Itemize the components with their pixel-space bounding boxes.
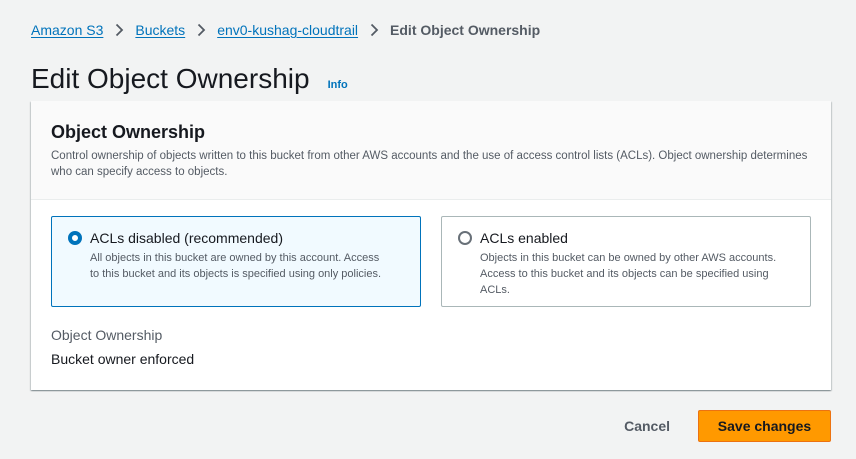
cancel-button[interactable]: Cancel: [604, 410, 690, 442]
radio-selected-icon[interactable]: [68, 231, 82, 245]
page-title: Edit Object Ownership: [31, 63, 310, 94]
breadcrumb-current: Edit Object Ownership: [390, 22, 541, 38]
panel-title: Object Ownership: [51, 122, 206, 142]
panel-description: Control ownership of objects written to …: [51, 150, 808, 178]
breadcrumb-item-buckets[interactable]: Buckets: [135, 22, 185, 38]
ownership-options: ACLs disabled (recommended) All objects …: [51, 216, 811, 307]
option-acls-enabled[interactable]: ACLs enabled Objects in this bucket can …: [441, 216, 811, 307]
option-description: All objects in this bucket are owned by …: [90, 252, 382, 280]
option-acls-disabled[interactable]: ACLs disabled (recommended) All objects …: [51, 216, 421, 307]
chevron-right-icon: [103, 23, 135, 37]
page-header: Edit Object Ownership Info: [31, 61, 348, 97]
ownership-summary: Object Ownership Bucket owner enforced: [51, 326, 194, 368]
breadcrumb-item-amazon-s3[interactable]: Amazon S3: [31, 22, 103, 38]
ownership-label: Object Ownership: [51, 327, 163, 343]
radio-unselected-icon[interactable]: [458, 231, 472, 245]
option-label: ACLs disabled (recommended): [90, 230, 283, 246]
form-actions: Cancel Save changes: [604, 410, 831, 442]
chevron-right-icon: [358, 23, 390, 37]
panel-header: Object Ownership Control ownership of ob…: [31, 101, 831, 200]
chevron-right-icon: [185, 23, 217, 37]
save-changes-button[interactable]: Save changes: [698, 410, 831, 442]
ownership-value: Bucket owner enforced: [51, 351, 195, 367]
info-link[interactable]: Info: [328, 79, 348, 91]
option-label: ACLs enabled: [480, 230, 568, 246]
breadcrumb-item-bucket[interactable]: env0-kushag-cloudtrail: [217, 22, 358, 38]
object-ownership-panel: Object Ownership Control ownership of ob…: [31, 101, 831, 390]
option-description: Objects in this bucket can be owned by o…: [480, 252, 777, 296]
breadcrumb: Amazon S3 Buckets env0-kushag-cloudtrail…: [31, 20, 540, 40]
